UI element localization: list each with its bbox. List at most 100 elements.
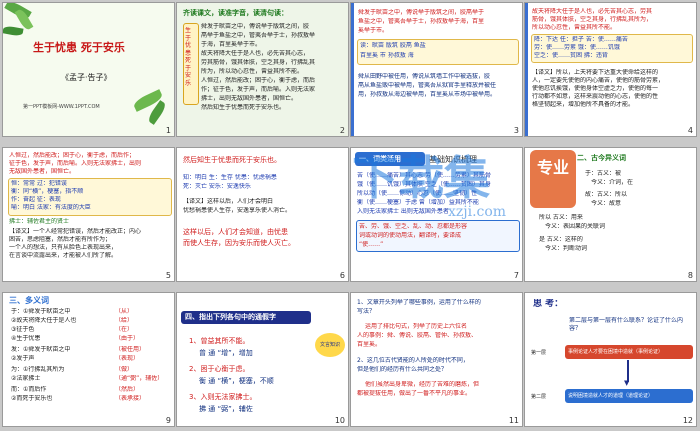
slide-number: 3 (513, 126, 519, 135)
slide-heading: 齐读课文，读准字音，读清句读： (183, 9, 288, 17)
question: 2、这几位古代贤能的人所处的时代不同， (357, 357, 469, 364)
vocab-line: 空乏：使……贫困 拂：违背 (534, 52, 608, 59)
text-line: 征于色，发于声，而后喻。入则无法家拂士，出则 (9, 160, 142, 167)
list-note: （被任用） (115, 346, 146, 353)
question: 写法？ (357, 308, 376, 315)
text-line: 故：古义：所以 (585, 191, 628, 198)
text-line: 筋骨，饿其体肤，空乏其身，行拂乱其所为， (532, 16, 653, 23)
vocab-line: 劳：使……劳累 饿：使……饥饿 (534, 44, 620, 51)
list-item: 发：①舜发于畎亩之中 (11, 346, 71, 353)
list-item: ②发于声 (11, 355, 35, 362)
slide-number: 4 (687, 126, 693, 135)
slide-thumbnail-11[interactable]: 1、文章开头列举了哪些事例，运用了什么样的 写法？ 运用了排比句式，列举了历史上… (350, 292, 523, 427)
slide-number: 6 (339, 271, 345, 280)
list-note: （通“弼”，辅佐） (115, 375, 164, 382)
text-line: 今义：表因果的关联词 (539, 223, 606, 230)
leaf-decoration (3, 25, 24, 37)
list-note: （给） (115, 317, 134, 324)
summary-text-2: 说明困境造就人才的道理（道理论证） (568, 393, 654, 399)
slide-number: 2 (339, 126, 345, 135)
list-item: ③征于色 (11, 326, 35, 333)
text-line: 格坚韧起来，增加他所不具备的才能。 (532, 101, 635, 108)
text-line: 鬲从鱼盐贩中被举用，管夷吾从狱官手里释放并被任 (358, 82, 497, 89)
slide-heading: 二、古今异义词 (577, 154, 626, 162)
slide-number: 12 (682, 416, 693, 425)
slide-thumbnail-6[interactable]: 然后知生于忧患而死于安乐也。 知：明白 生：生存 忧患：忧虑祸患 死：灭亡 安乐… (176, 147, 349, 282)
list-note: （从） (115, 308, 134, 315)
slide-thumbnail-10[interactable]: 四、指出下列各句中的通假字 文言知识 1、曾益其所不能。 曾 通 “增”，增加 … (176, 292, 349, 427)
slide-thumbnail-4[interactable]: 故天将降大任于是人也，必先苦其心志，劳其 筋骨，饿其体肤，空乏其身，行拂乱其所为… (524, 2, 697, 137)
text-line: 而使人生存，因为安乐而使人灭亡。 (183, 239, 295, 247)
list-note: （表现） (115, 355, 140, 362)
layer-tag-1: 第一层 (531, 350, 547, 356)
text-line: 曾 通 “增”，增加 (199, 349, 253, 357)
text-line: 人，一定要先使他的内心痛苦，使他的筋骨劳累， (532, 77, 665, 84)
text-line: 故天将降大任于是人也，必先苦其心志，劳其 (532, 8, 653, 15)
question: 但是他们的经历有什么共同之处？ (357, 366, 448, 373)
summary-text-1: 事例论证人才要在困境中造就（事例论证） (568, 349, 664, 355)
answer-line: 都被提拔任用，做出了一番不平凡的事业。 (357, 390, 472, 397)
text-line: 奚举于市。 (358, 27, 389, 34)
text-line: 然后知生于忧患而死于安乐也。 (183, 156, 281, 164)
arrow-head: ▼ (624, 379, 630, 387)
vocab-line: 喻：明白 法家：有法度的大臣 (11, 204, 91, 211)
vocab-line: 读：畎亩 版筑 胶鬲 鱼盐 (360, 42, 426, 49)
text-line: 忧愁祸患使人生存，安逸享乐使人消亡。 (183, 207, 292, 214)
note-line: 苦、劳、饿、空乏、乱、动、忍都是形容 (359, 223, 468, 230)
note-line: 词或动词的使动用法，翻译时，要译成 (359, 232, 462, 239)
slide-title: 生于忧患 死于安乐 (33, 41, 125, 54)
list-note: （然后） (115, 386, 140, 393)
slide-number: 5 (165, 271, 171, 280)
slide-number: 7 (513, 271, 519, 280)
slide-heading: 四、指出下列各句中的通假字 (185, 313, 276, 321)
list-item: 而：①而后作 (11, 386, 47, 393)
list-note: （由于） (115, 335, 140, 342)
text-line: 用，孙叔敖从海边被举用，百里奚从市场中被举用。 (358, 91, 497, 98)
slide-number: 8 (687, 271, 693, 280)
answer-line: 人的事例：舜、傅说、胶鬲、管仲、孙叔敖、 (357, 332, 478, 339)
text-line: 劳其筋骨，饿其体肤，空乏其身，行拂乱其 (201, 59, 316, 66)
text-line: 一个人的想法，只有从脸色上表现出来， (9, 244, 118, 251)
text-line: 衡 通 “横”，梗塞，不顺 (199, 377, 274, 385)
list-note: （表承接） (115, 395, 146, 402)
note-line: “使……” (359, 241, 384, 248)
text-line: 所为，所以动心忍性，曾益其所不能。 (201, 68, 304, 75)
list-item: 为：①行拂乱其所为 (11, 366, 65, 373)
text-line: 在言谈中流露出来，才能被人们所了解。 (9, 252, 118, 259)
list-note: （做） (115, 366, 134, 373)
slide-thumbnail-5[interactable]: 人恒过，然后能改；困于心，衡于虑，而后作； 征于色，发于声，而后喻。入则无法家拂… (2, 147, 175, 282)
text-line: 【译文】所以，上天将要下达重大使命给这样的 (532, 69, 659, 76)
slide-thumbnail-3[interactable]: 舜发于畎亩之中，傅说举于版筑之间，胶鬲举于 鱼盐之中，管夷吾举于士，孙叔敖举于海… (350, 2, 523, 137)
left-bar (525, 3, 528, 136)
text-line: 今义：故意 (585, 200, 622, 207)
slide-heading: 思 考： (533, 299, 564, 309)
watermark-url: xzji.com (448, 204, 507, 220)
text-line: 拂士，出则无敌国外患者，国恒亡。 (201, 95, 298, 102)
text-line: 人恒过，然后能改；困于心，衡于虑，而后 (201, 77, 316, 84)
list-note: （在） (115, 326, 134, 333)
side-label: 生于忧患死于安乐 (185, 27, 192, 87)
slide-heading: 三、多义词 (9, 296, 49, 305)
text-line: 今义：介词，在 (585, 179, 634, 186)
answer-line: 他们虽然出身卑微，经历了苦难的磨炼，但 (365, 381, 480, 388)
text-line: 无敌国外患者，国恒亡。 (9, 168, 76, 175)
badge-label: 文言知识 (319, 342, 340, 348)
list-item: ②法家拂士 (11, 375, 41, 382)
list-item: ②而死于安乐也 (11, 395, 53, 402)
vocab-line: 百里奚 市 孙叔敖 海 (360, 52, 414, 59)
watermark-badge-text: 专业 (536, 158, 569, 177)
slide-number: 11 (508, 416, 519, 425)
text-line: 使他忍饥挨饿，使他身体空虚乏力，使他的每一 (532, 85, 659, 92)
text-line: 人恒过，然后能改；困于心，衡于虑，而后作； (9, 152, 136, 159)
slide-thumbnail-2[interactable]: 齐读课文，读准字音，读清句读： 生于忧患死于安乐 舜发于畎亩之中，傅说举于版筑之… (176, 2, 349, 137)
text-line: 行动都不如意，这样来震动他的心志，使他的性 (532, 93, 659, 100)
layer-tag-2: 第二层 (531, 394, 547, 400)
slide-thumbnail-9[interactable]: 三、多义词 于：①舜发于畎亩之中 ②故天将降大任于是人也 ③征于色 ④生于忧患 … (2, 292, 175, 427)
list-item: 于：①舜发于畎亩之中 (11, 308, 71, 315)
slide-thumbnail-1[interactable]: 生于忧患 死于安乐 《孟子·告子》 第一PPT模板网-WWW.1PPT.COM … (2, 2, 175, 137)
vocab-line: 知：明白 生：生存 忧患：忧虑祸患 (183, 174, 277, 181)
slide-thumbnail-12[interactable]: 思 考： 第二层与第一层有什么联系？论证了什么内容？ 第一层 事例论证人才要在困… (524, 292, 697, 427)
slide-author: 《孟子·告子》 (61, 73, 112, 82)
list-item: ④生于忧患 (11, 335, 41, 342)
text-line: 故天将降大任于是人也，必先苦其心志， (201, 50, 310, 57)
